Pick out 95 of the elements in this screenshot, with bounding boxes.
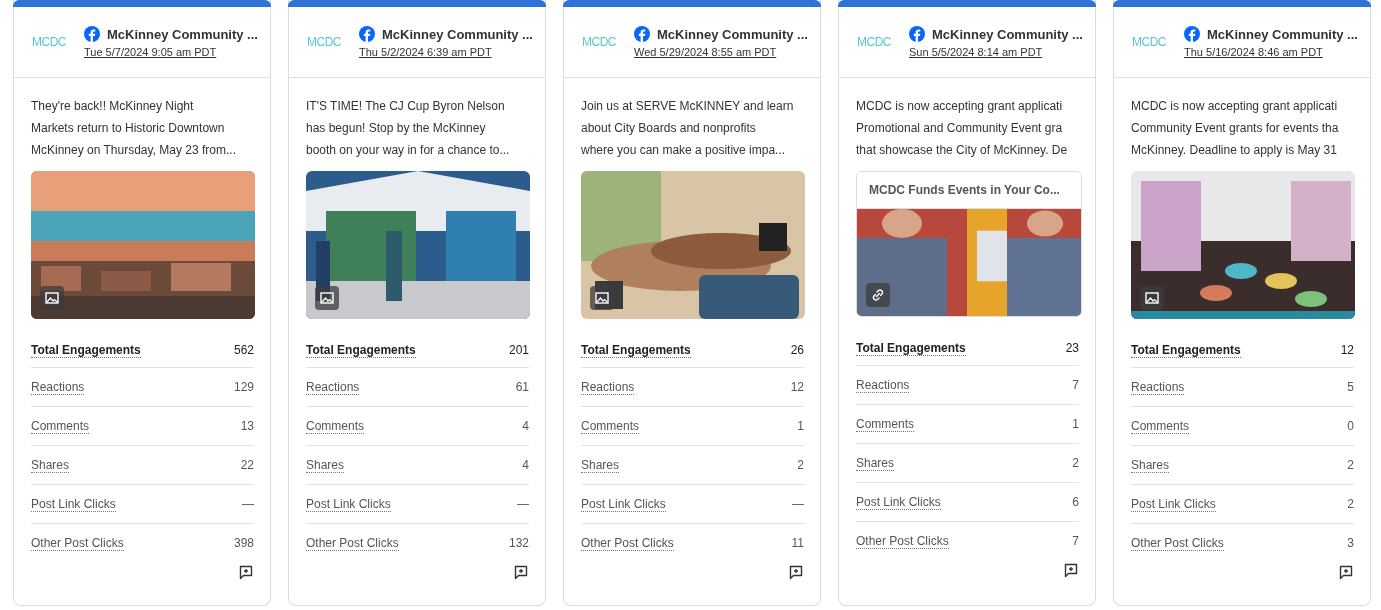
brand-logo: MCDC xyxy=(32,35,67,49)
post-text: MCDC is now accepting grant applicati Community Event grants for events tha McKinney. Deadline to apply is May 31 xyxy=(1131,98,1340,159)
metric-value: 4 xyxy=(522,458,529,472)
metric-label: Reactions xyxy=(31,379,85,395)
metric-value: 11 xyxy=(791,536,804,550)
metric-label: Reactions xyxy=(306,379,360,395)
metric-label: Reactions xyxy=(856,377,910,393)
metric-value: 132 xyxy=(508,536,529,550)
metric-value: 12 xyxy=(790,380,804,394)
metric-label: Comments xyxy=(581,418,639,434)
post-text: Join us at SERVE McKINNEY and learn about City Boards and nonprofits where you can make a positive impa... xyxy=(581,98,795,159)
facebook-icon xyxy=(909,26,925,42)
metric-value: 5 xyxy=(1347,380,1354,394)
brand-logo: MCDC xyxy=(582,35,617,49)
metric-value: 129 xyxy=(233,380,254,394)
metric-label: Shares xyxy=(306,457,345,473)
brand-logo: MCDC xyxy=(307,35,342,49)
metric-value: 4 xyxy=(522,419,529,433)
metric-label: Reactions xyxy=(1131,379,1185,395)
image-icon xyxy=(315,286,339,310)
metric-value: 26 xyxy=(790,343,804,357)
metric-label: Comments xyxy=(306,418,364,434)
metric-value: 61 xyxy=(515,380,529,394)
account-name: McKinney Community ... xyxy=(382,26,533,42)
facebook-icon xyxy=(84,26,100,42)
metric-label: Post Link Clicks xyxy=(581,496,666,512)
post-text: MCDC is now accepting grant applicati Promotional and Community Event gra that showcase the City of McKinney. De xyxy=(856,98,1069,159)
comment-plus-icon[interactable] xyxy=(513,564,529,580)
comment-plus-icon[interactable] xyxy=(1338,564,1354,580)
metric-label: Total Engagements xyxy=(1131,343,1241,358)
metric-value: — xyxy=(792,497,804,511)
metric-value: 1 xyxy=(797,419,804,433)
metric-label: Comments xyxy=(31,418,89,434)
metric-label: Comments xyxy=(856,416,914,432)
post-date-link[interactable]: Thu 5/16/2024 8:46 am PDT xyxy=(1184,46,1358,58)
metric-value: 398 xyxy=(233,536,254,550)
image-icon xyxy=(40,286,64,310)
metric-label: Total Engagements xyxy=(306,343,416,358)
metric-label: Other Post Clicks xyxy=(31,535,124,551)
image-icon xyxy=(1140,286,1164,310)
metric-label: Total Engagements xyxy=(581,343,691,358)
brand-logo: MCDC xyxy=(1132,35,1167,49)
link-icon xyxy=(866,283,890,307)
post-date-link[interactable]: Sun 5/5/2024 8:14 am PDT xyxy=(909,46,1083,58)
facebook-icon xyxy=(1184,26,1200,42)
metric-value: 22 xyxy=(240,458,254,472)
comment-plus-icon[interactable] xyxy=(1063,562,1079,578)
metric-label: Post Link Clicks xyxy=(306,496,391,512)
metric-value: 23 xyxy=(1065,341,1079,355)
account-name: McKinney Community ... xyxy=(657,26,808,42)
comment-plus-icon[interactable] xyxy=(788,564,804,580)
facebook-icon xyxy=(634,26,650,42)
facebook-icon xyxy=(359,26,375,42)
metric-label: Shares xyxy=(31,457,70,473)
metric-value: 6 xyxy=(1072,495,1079,509)
metric-value: 562 xyxy=(233,343,254,357)
metric-value: 2 xyxy=(1347,497,1354,511)
metric-label: Post Link Clicks xyxy=(1131,496,1216,512)
metric-label: Shares xyxy=(856,455,895,471)
metric-label: Comments xyxy=(1131,418,1189,434)
metric-value: 7 xyxy=(1072,534,1079,548)
metric-value: — xyxy=(242,497,254,511)
metric-label: Shares xyxy=(1131,457,1170,473)
metric-label: Total Engagements xyxy=(856,341,966,356)
post-text: IT'S TIME! The CJ Cup Byron Nelson has begun! Stop by the McKinney booth on your way in for a chance to... xyxy=(306,98,511,159)
metric-label: Other Post Clicks xyxy=(856,533,949,549)
post-text: They're back!! McKinney Night Markets return to Historic Downtown McKinney on Thursday, May 23 from... xyxy=(31,98,237,159)
metric-label: Shares xyxy=(581,457,620,473)
metric-label: Other Post Clicks xyxy=(581,535,674,551)
metric-value: — xyxy=(517,497,529,511)
link-preview-title[interactable]: MCDC Funds Events in Your Co... xyxy=(857,172,1081,209)
metric-value: 3 xyxy=(1347,536,1354,550)
metric-value: 7 xyxy=(1072,378,1079,392)
account-name: McKinney Community ... xyxy=(107,26,258,42)
post-date-link[interactable]: Thu 5/2/2024 6:39 am PDT xyxy=(359,46,533,58)
account-name: McKinney Community ... xyxy=(932,26,1083,42)
metric-label: Post Link Clicks xyxy=(856,494,941,510)
metric-label: Total Engagements xyxy=(31,343,141,358)
metric-value: 2 xyxy=(1072,456,1079,470)
metric-label: Other Post Clicks xyxy=(1131,535,1224,551)
metric-label: Other Post Clicks xyxy=(306,535,399,551)
metric-value: 2 xyxy=(1347,458,1354,472)
metric-label: Post Link Clicks xyxy=(31,496,116,512)
account-name: McKinney Community ... xyxy=(1207,26,1358,42)
metric-value: 12 xyxy=(1340,343,1354,357)
brand-logo: MCDC xyxy=(857,35,892,49)
metric-value: 2 xyxy=(797,458,804,472)
metric-value: 0 xyxy=(1347,419,1354,433)
post-date-link[interactable]: Wed 5/29/2024 8:55 am PDT xyxy=(634,46,808,58)
metric-value: 1 xyxy=(1072,417,1079,431)
post-date-link[interactable]: Tue 5/7/2024 9:05 am PDT xyxy=(84,46,258,58)
metric-value: 13 xyxy=(240,419,254,433)
metric-value: 201 xyxy=(508,343,529,357)
metric-label: Reactions xyxy=(581,379,635,395)
comment-plus-icon[interactable] xyxy=(238,564,254,580)
